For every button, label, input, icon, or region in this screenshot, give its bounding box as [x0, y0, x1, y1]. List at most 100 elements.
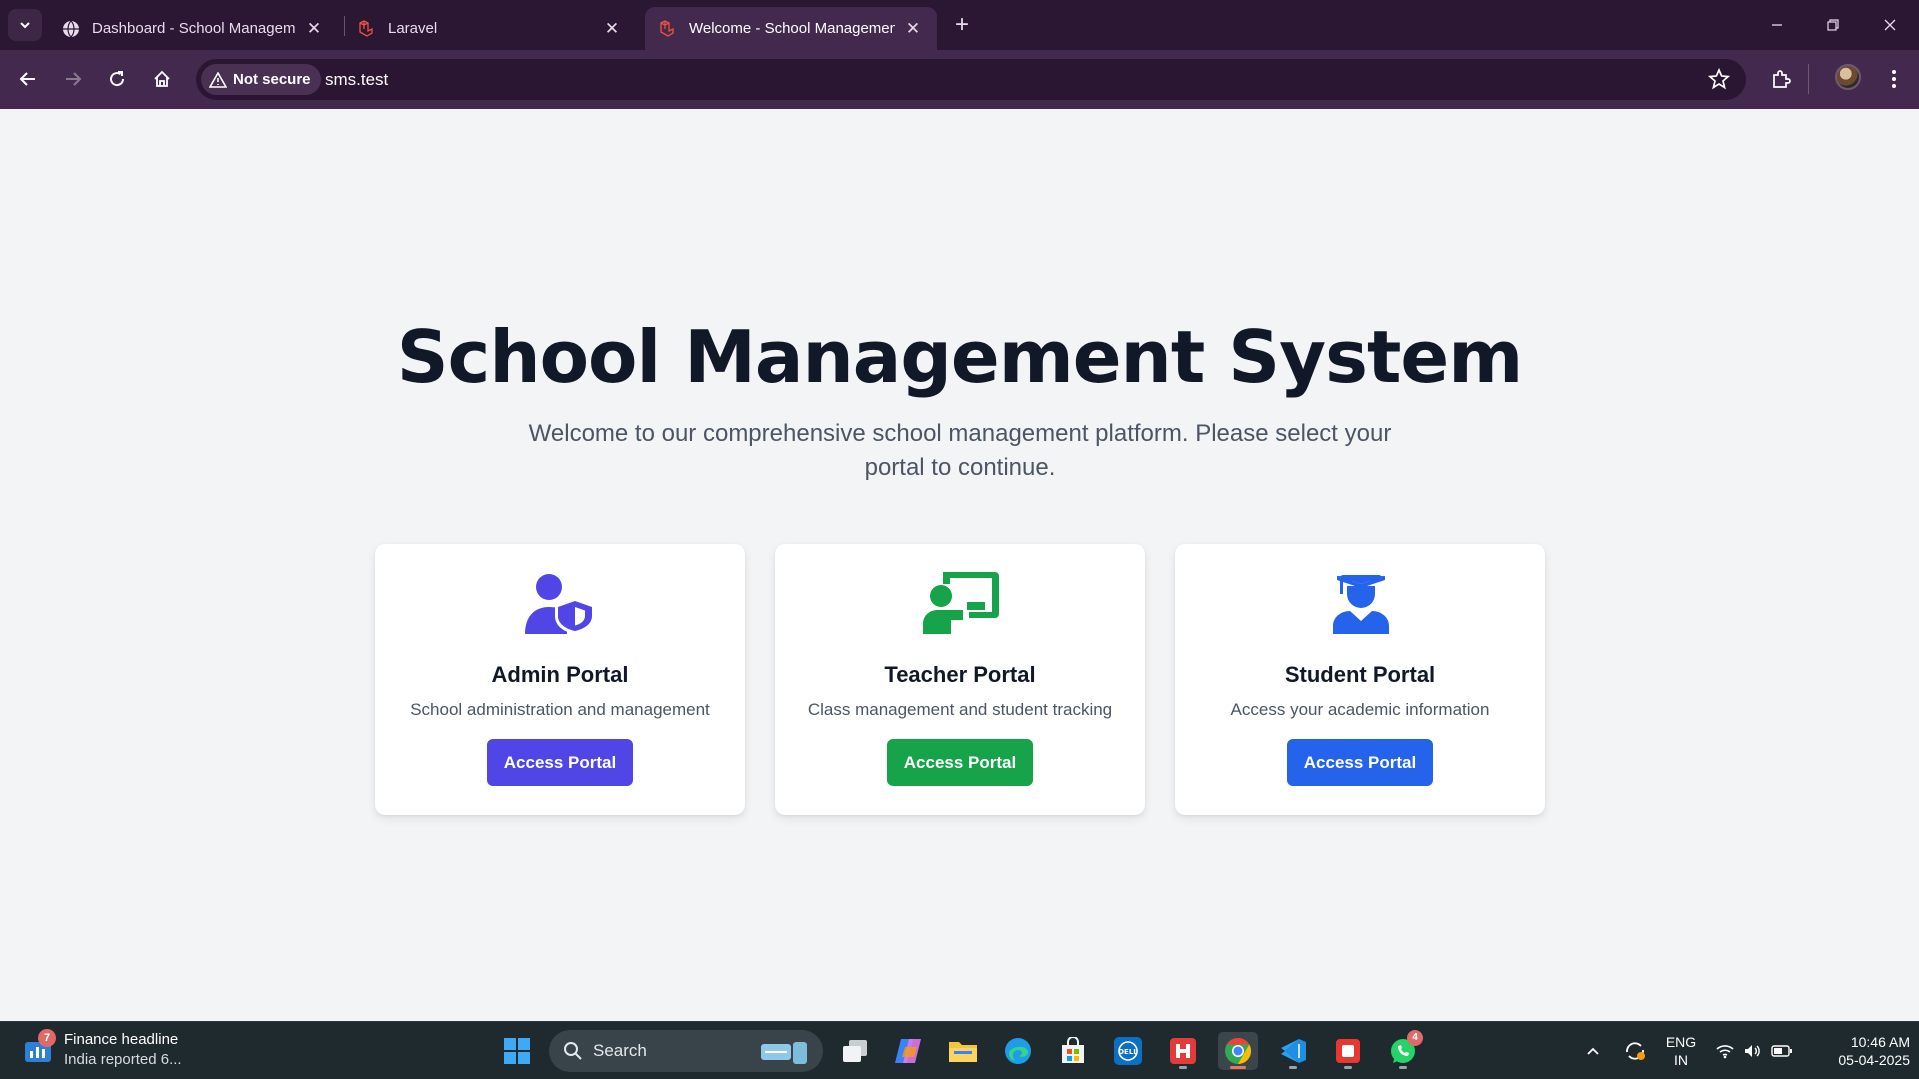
home-icon	[154, 70, 170, 87]
close-icon	[1884, 19, 1896, 31]
restore-button[interactable]	[1818, 10, 1848, 40]
language-indicator[interactable]: ENG IN	[1660, 1032, 1702, 1070]
admin-access-button[interactable]: Access Portal	[487, 739, 633, 786]
edge-button[interactable]	[998, 1032, 1038, 1070]
portal-title: Admin Portal	[491, 662, 629, 687]
new-tab-button[interactable]: +	[948, 12, 976, 40]
close-icon[interactable]: ✕	[602, 19, 622, 39]
taskbar-search[interactable]: Search	[549, 1030, 823, 1072]
teacher-board-icon	[923, 572, 999, 634]
news-title: Finance headline	[64, 1031, 179, 1048]
h-app-icon	[1170, 1038, 1196, 1064]
minimize-button[interactable]	[1762, 10, 1792, 40]
clock[interactable]: 10:46 AM 05-04-2025	[1810, 1032, 1910, 1070]
sync-status-button[interactable]	[1620, 1032, 1650, 1070]
sync-icon	[1626, 1042, 1645, 1060]
svg-text:DELL: DELL	[1118, 1048, 1138, 1056]
news-widget[interactable]: 7 Finance headline India reported 6...	[24, 1029, 182, 1070]
copilot-icon	[895, 1039, 921, 1063]
security-indicator[interactable]: Not secure	[201, 64, 321, 95]
chrome-button[interactable]	[1218, 1032, 1258, 1070]
back-button[interactable]	[12, 63, 44, 95]
tab-title: Welcome - School Managemen	[689, 20, 895, 37]
portal-description: Class management and student tracking	[807, 700, 1113, 719]
more-vertical-icon	[1892, 70, 1896, 88]
page-content: School Management System Welcome to our …	[0, 109, 1919, 1021]
browser-menu-button[interactable]	[1879, 64, 1909, 94]
start-button[interactable]	[497, 1032, 537, 1070]
teacher-access-button[interactable]: Access Portal	[887, 739, 1033, 786]
close-icon[interactable]: ✕	[903, 19, 923, 39]
minimize-icon	[1772, 24, 1782, 26]
puzzle-icon	[1773, 70, 1791, 88]
app-icon	[1336, 1039, 1360, 1063]
extensions-button[interactable]	[1766, 64, 1796, 94]
dell-app-button[interactable]: DELL	[1108, 1032, 1148, 1070]
wifi-icon	[1716, 1045, 1734, 1059]
student-access-button[interactable]: Access Portal	[1287, 739, 1433, 786]
windows-icon	[504, 1038, 530, 1064]
tab-title: Laravel	[388, 20, 438, 37]
chevron-up-icon	[1587, 1047, 1599, 1055]
tab-welcome[interactable]: Welcome - School Managemen ✕	[645, 7, 937, 50]
dell-icon: DELL	[1114, 1037, 1142, 1065]
browser-toolbar: Not secure sms.test	[0, 50, 1919, 109]
vscode-button[interactable]	[1273, 1032, 1313, 1070]
forward-button[interactable]	[57, 63, 89, 95]
student-portal-card: Student Portal Access your academic info…	[1175, 544, 1545, 815]
portal-title: Teacher Portal	[884, 662, 1036, 687]
toolbar-divider	[1808, 64, 1809, 94]
close-window-button[interactable]	[1875, 10, 1905, 40]
profile-avatar[interactable]	[1835, 64, 1861, 90]
security-label: Not secure	[233, 71, 311, 88]
copilot-button[interactable]	[888, 1032, 928, 1070]
laravel-icon	[660, 19, 674, 37]
folder-icon	[949, 1042, 977, 1062]
star-icon	[1707, 67, 1731, 90]
task-view-button[interactable]	[835, 1032, 875, 1070]
whatsapp-button[interactable]: 4	[1383, 1030, 1423, 1070]
news-badge: 7	[38, 1029, 56, 1047]
tab-dashboard[interactable]: Dashboard - School Manageme ✕	[48, 7, 338, 50]
home-button[interactable]	[146, 63, 178, 95]
bookmark-button[interactable]	[1707, 67, 1731, 95]
arrow-right-icon	[66, 72, 82, 86]
travel-widget-icon	[761, 1042, 807, 1064]
page-subtitle: Welcome to our comprehensive school mana…	[528, 420, 1392, 481]
hotel-app-button[interactable]	[1163, 1032, 1203, 1070]
quick-settings-button[interactable]	[1714, 1032, 1794, 1070]
red-app-button[interactable]	[1328, 1032, 1368, 1070]
running-indicator	[1289, 1066, 1297, 1069]
search-icon	[564, 1042, 582, 1060]
notification-badge: 4	[1407, 1030, 1423, 1046]
vscode-icon	[1281, 1039, 1306, 1063]
portal-description: School administration and management	[410, 700, 710, 719]
running-indicator	[1399, 1066, 1407, 1069]
clock-date: 05-04-2025	[1838, 1052, 1910, 1068]
language-code: ENG	[1665, 1034, 1697, 1050]
laravel-icon	[359, 19, 373, 37]
windows-taskbar: 7 Finance headline India reported 6... S…	[0, 1021, 1919, 1079]
graduate-icon	[1333, 575, 1389, 634]
store-button[interactable]	[1053, 1032, 1093, 1070]
portal-title: Student Portal	[1284, 662, 1436, 687]
reload-icon	[110, 71, 125, 87]
url-text[interactable]: sms.test	[325, 70, 388, 90]
search-label: Search	[593, 1041, 647, 1060]
active-indicator	[1230, 1066, 1246, 1069]
news-subtitle: India reported 6...	[64, 1051, 182, 1068]
file-explorer-button[interactable]	[943, 1032, 983, 1070]
edge-icon	[1005, 1038, 1031, 1064]
show-hidden-icons-button[interactable]	[1580, 1032, 1606, 1070]
address-bar[interactable]: Not secure sms.test	[196, 59, 1746, 100]
teacher-portal-card: Teacher Portal Class management and stud…	[775, 544, 1145, 815]
store-icon	[1062, 1037, 1084, 1063]
reload-button[interactable]	[101, 63, 133, 95]
close-icon[interactable]: ✕	[304, 19, 324, 39]
tab-search-button[interactable]	[8, 9, 42, 41]
running-indicator	[1179, 1066, 1187, 1069]
tab-laravel[interactable]: Laravel ✕	[344, 7, 636, 50]
running-indicator	[1344, 1066, 1352, 1069]
news-widget-icon: 7	[24, 1029, 56, 1064]
page-title: School Management System	[396, 315, 1523, 399]
